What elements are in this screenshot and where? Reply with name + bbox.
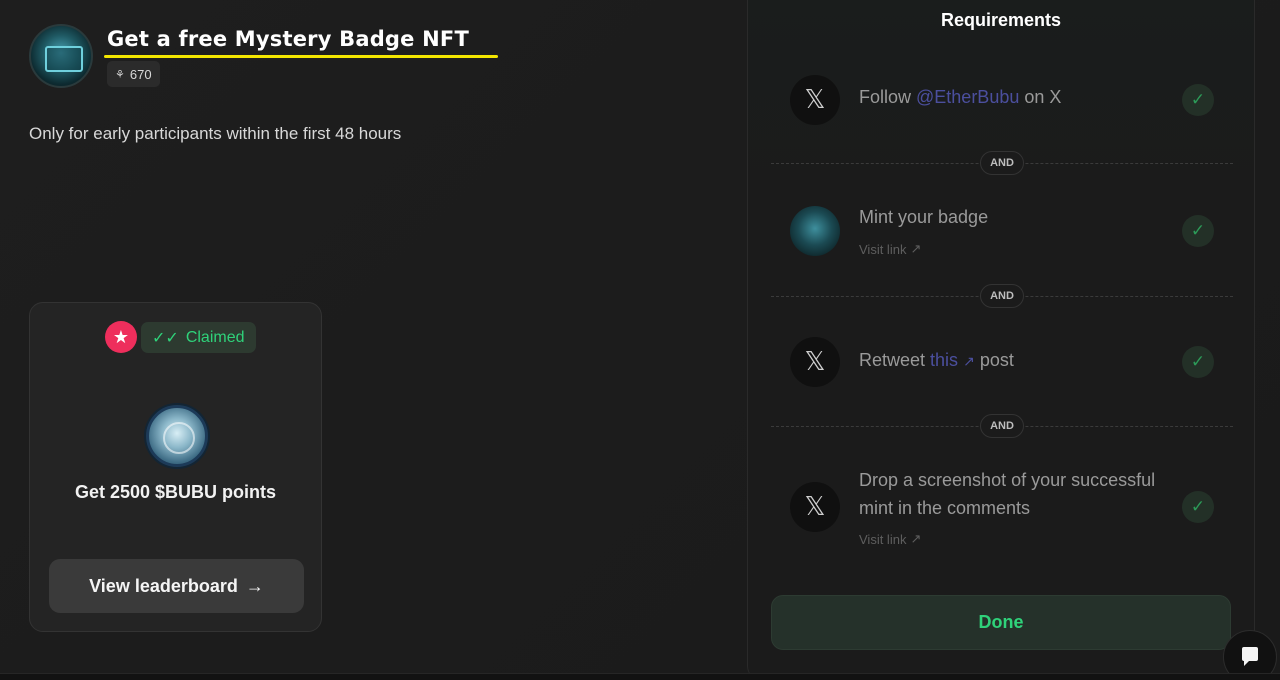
users-icon: ⚘ <box>115 68 125 81</box>
external-link-icon: ↗ <box>963 353 975 369</box>
chat-bubble-icon <box>1242 647 1258 666</box>
bubu-points-coin-icon <box>146 405 208 467</box>
view-leaderboard-label: View leaderboard <box>89 575 238 596</box>
bottom-edge <box>0 673 1280 680</box>
visit-link-label: Visit link <box>859 531 907 547</box>
check-icon: ✓ <box>1182 215 1214 247</box>
this-post-link[interactable]: this ↗ <box>930 350 975 370</box>
requirement-follow: Follow @EtherBubu on X <box>859 83 1061 111</box>
visit-link-label: Visit link <box>859 241 907 257</box>
requirement-retweet-suffix: post <box>974 350 1014 370</box>
quest-title: Get a free Mystery Badge NFT <box>107 27 469 51</box>
requirement-retweet: Retweet this ↗ post <box>859 346 1014 375</box>
reward-card: ★ ✓✓ Claimed Get 2500 $BUBU points View … <box>29 302 322 632</box>
check-icon: ✓ <box>1182 84 1214 116</box>
quest-description: Only for early participants within the f… <box>29 124 402 143</box>
double-check-icon: ✓✓ <box>152 329 179 347</box>
check-icon: ✓ <box>1182 346 1214 378</box>
quest-page: Get a free Mystery Badge NFT ⚘ 670 Only … <box>0 0 1280 680</box>
this-post-link-label: this <box>930 350 959 370</box>
arrow-right-icon: → <box>245 575 264 596</box>
check-icon: ✓ <box>1182 491 1214 523</box>
participants-count: 670 <box>129 66 152 82</box>
requirement-screenshot-line2: mint in the comments <box>859 498 1031 518</box>
requirement-screenshot-line1: Drop a screenshot of your successful <box>859 470 1156 490</box>
requirement-follow-prefix: Follow <box>859 87 917 107</box>
badge-image-icon <box>790 206 840 256</box>
participants-badge: ⚘ 670 <box>107 61 160 87</box>
requirements-title: Requirements <box>940 10 1062 30</box>
requirement-retweet-prefix: Retweet <box>859 350 931 370</box>
claimed-status-badge: ✓✓ Claimed <box>141 322 256 353</box>
visit-link[interactable]: Visit link ↗ <box>859 241 921 257</box>
reward-title: Get 2500 $BUBU points <box>74 482 277 502</box>
claimed-status-label: Claimed <box>185 328 245 346</box>
external-link-icon: ↗ <box>910 531 922 546</box>
requirement-screenshot: Drop a screenshot of your successful min… <box>859 466 1155 522</box>
x-logo-icon: 𝕏 <box>790 482 840 532</box>
view-leaderboard-button[interactable]: View leaderboard → <box>49 559 304 613</box>
quest-avatar <box>29 24 93 88</box>
x-logo-icon: 𝕏 <box>790 337 840 387</box>
requirement-mint: Mint your badge <box>859 207 989 227</box>
visit-link[interactable]: Visit link ↗ <box>859 531 921 547</box>
done-button[interactable]: Done <box>771 595 1231 650</box>
x-logo-icon: 𝕏 <box>790 75 840 125</box>
external-link-icon: ↗ <box>910 241 922 256</box>
title-highlight-underline <box>104 55 498 58</box>
requirements-panel: Requirements 𝕏 Follow @EtherBubu on X ✓ … <box>747 0 1255 680</box>
and-connector: AND <box>980 414 1024 438</box>
and-connector: AND <box>980 284 1024 308</box>
etherbubu-link[interactable]: @EtherBubu <box>916 87 1019 107</box>
and-connector: AND <box>980 151 1024 175</box>
requirement-follow-suffix: on X <box>1019 87 1062 107</box>
star-icon: ★ <box>105 321 137 353</box>
